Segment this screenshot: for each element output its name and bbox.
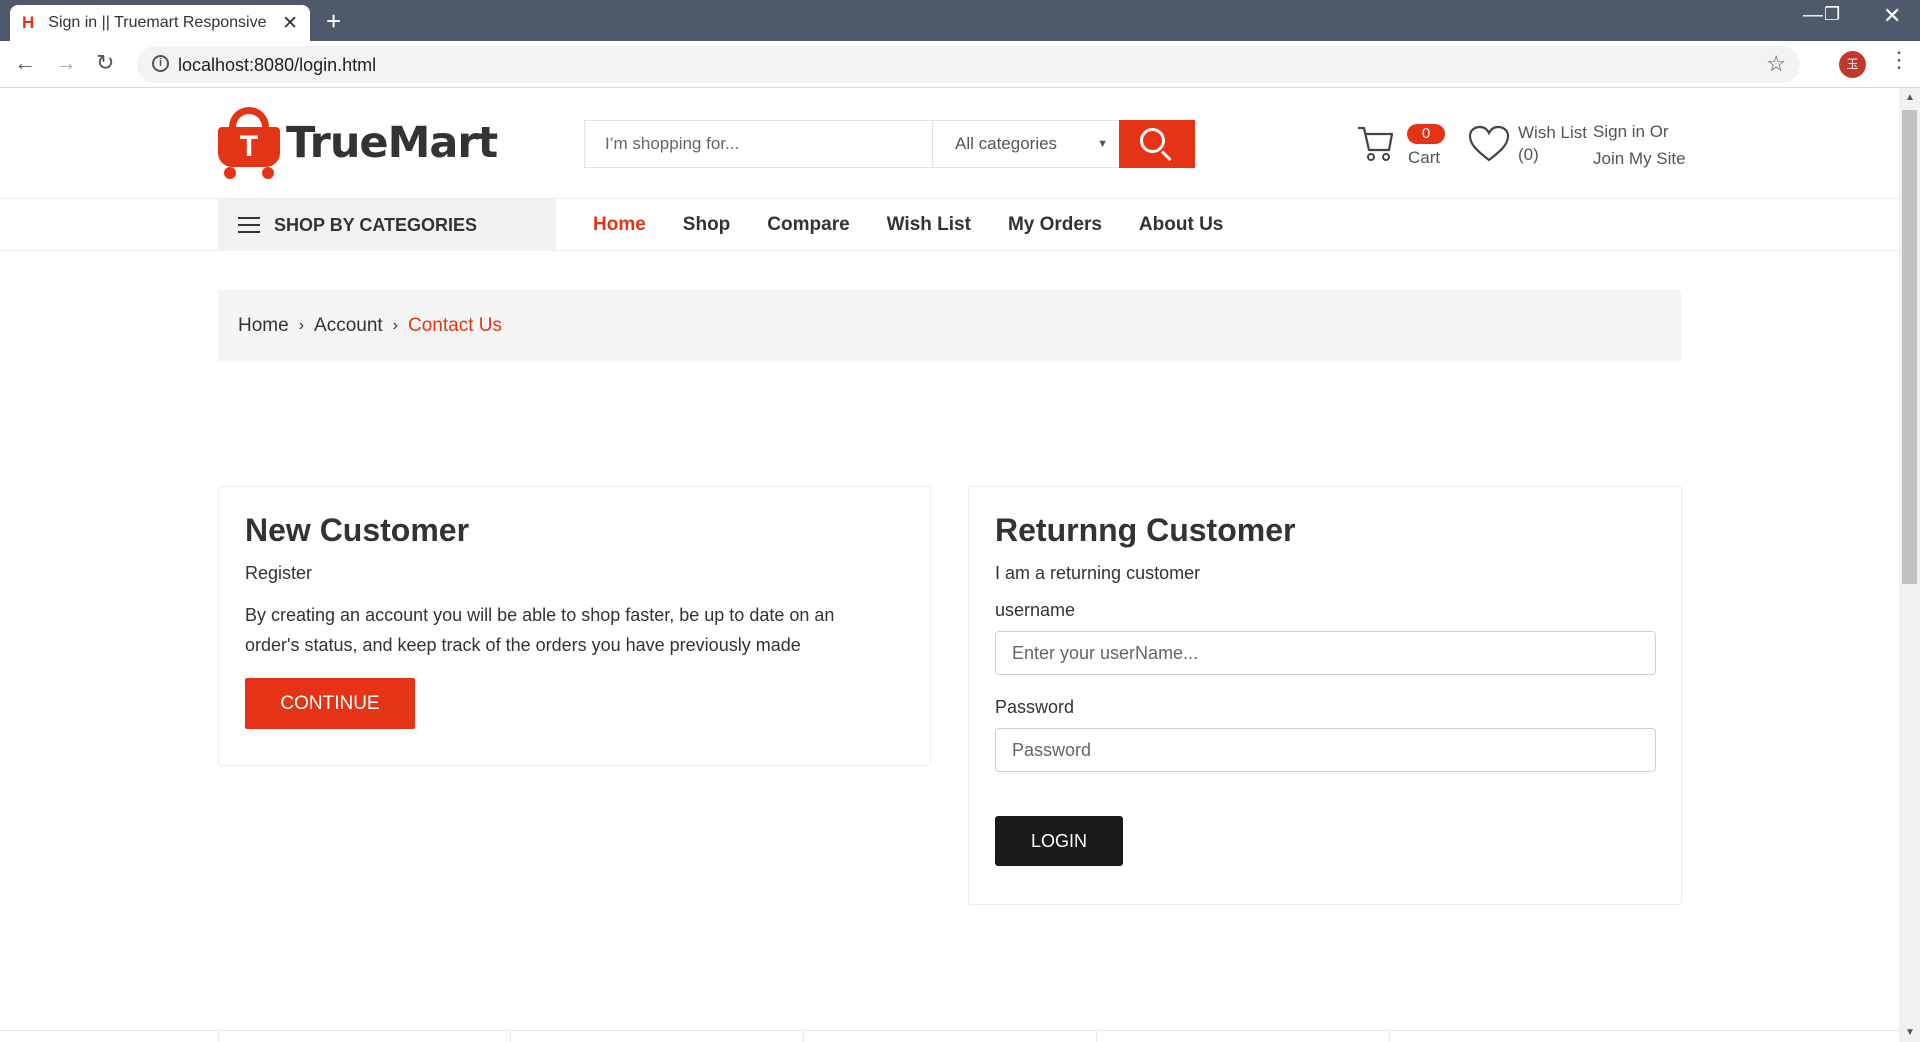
cart-link[interactable]: 0 Cart bbox=[1356, 120, 1446, 170]
signin-link[interactable]: Sign in Or bbox=[1593, 118, 1686, 145]
nav-item-shop[interactable]: Shop bbox=[683, 214, 731, 236]
breadcrumb-home[interactable]: Home bbox=[238, 315, 289, 337]
page-scrollbar[interactable]: ▲ ▼ bbox=[1899, 88, 1920, 1042]
new-customer-description: By creating an account you will be able … bbox=[245, 605, 835, 655]
breadcrumb-current: Contact Us bbox=[408, 314, 502, 336]
caret-down-icon: ▼ bbox=[1097, 138, 1108, 150]
continue-button[interactable]: CONTINUE bbox=[245, 678, 415, 729]
wishlist-label: Wish List (0) bbox=[1518, 123, 1587, 164]
footer-column-divider bbox=[218, 1030, 219, 1042]
category-select[interactable]: All categories ▼ bbox=[932, 121, 1118, 167]
footer-column-divider bbox=[1389, 1030, 1390, 1042]
footer-column-divider bbox=[803, 1030, 804, 1042]
new-customer-panel: New Customer Register By creating an acc… bbox=[218, 486, 931, 766]
address-url[interactable]: localhost:8080/login.html bbox=[178, 55, 376, 76]
address-bar[interactable]: i localhost:8080/login.html ☆ bbox=[137, 46, 1800, 83]
chevron-right-icon: › bbox=[298, 316, 305, 334]
nav-item-home[interactable]: Home bbox=[593, 214, 646, 236]
minimize-icon[interactable]: — bbox=[1803, 4, 1823, 27]
search-bar: All categories ▼ bbox=[584, 120, 1195, 168]
username-field[interactable] bbox=[995, 631, 1656, 675]
shop-by-categories-button[interactable]: SHOP BY CATEGORIES bbox=[218, 199, 556, 251]
tab-close-icon[interactable]: ✕ bbox=[282, 12, 298, 35]
search-input[interactable] bbox=[585, 121, 932, 167]
tab-title: Sign in || Truemart Responsive bbox=[48, 14, 267, 31]
password-field[interactable] bbox=[995, 728, 1656, 772]
scroll-down-arrow-icon[interactable]: ▼ bbox=[1905, 1027, 1915, 1038]
cart-label: Cart bbox=[1408, 148, 1441, 167]
footer-column-divider bbox=[510, 1030, 511, 1042]
cart-icon bbox=[1358, 126, 1394, 161]
nav-item-about-us[interactable]: About Us bbox=[1139, 214, 1223, 236]
bookmark-star-icon[interactable]: ☆ bbox=[1766, 51, 1786, 77]
browser-titlebar: H Sign in || Truemart Responsive ✕ + — ❐… bbox=[0, 0, 1920, 41]
shopping-bag-logo-icon: T bbox=[218, 107, 280, 179]
logo-text: TrueMart bbox=[286, 118, 498, 168]
restore-icon[interactable]: ❐ bbox=[1824, 4, 1840, 25]
new-customer-title: New Customer bbox=[245, 512, 470, 548]
returning-customer-panel: Returnng Customer I am a returning custo… bbox=[968, 486, 1682, 905]
page-content: T TrueMart All categories ▼ 0 Cart Wish … bbox=[0, 88, 1899, 1042]
browser-tab[interactable]: H Sign in || Truemart Responsive ✕ bbox=[10, 5, 310, 41]
breadcrumb-account[interactable]: Account bbox=[314, 315, 383, 337]
main-navbar: SHOP BY CATEGORIES Home Shop Compare Wis… bbox=[0, 198, 1899, 251]
cart-count-badge: 0 bbox=[1407, 124, 1445, 144]
username-label: username bbox=[995, 600, 1076, 620]
footer-column-divider bbox=[1096, 1030, 1097, 1042]
nav-item-my-orders[interactable]: My Orders bbox=[1008, 214, 1102, 236]
join-link[interactable]: Join My Site bbox=[1593, 145, 1686, 172]
reload-icon[interactable]: ↻ bbox=[96, 50, 114, 76]
back-arrow-icon[interactable]: ← bbox=[14, 50, 36, 76]
browser-menu-icon[interactable]: ⋮ bbox=[1888, 47, 1910, 73]
search-button[interactable] bbox=[1119, 120, 1195, 168]
window-close-icon[interactable]: ✕ bbox=[1883, 3, 1901, 29]
browser-toolbar: ← → ↻ i localhost:8080/login.html ☆ 玉 ⋮ bbox=[0, 41, 1920, 88]
password-label: Password bbox=[995, 697, 1075, 717]
site-favicon-icon: H bbox=[22, 13, 35, 32]
search-icon bbox=[1140, 128, 1165, 153]
site-info-icon[interactable]: i bbox=[152, 55, 169, 72]
returning-customer-subtitle: I am a returning customer bbox=[995, 563, 1201, 583]
heart-icon bbox=[1468, 125, 1510, 162]
main-menu: Home Shop Compare Wish List My Orders Ab… bbox=[593, 199, 1260, 251]
wishlist-link[interactable]: Wish List (0) bbox=[1468, 120, 1587, 170]
forward-arrow-icon[interactable]: → bbox=[55, 50, 77, 76]
profile-avatar[interactable]: 玉 bbox=[1839, 51, 1866, 78]
new-customer-subtitle: Register bbox=[245, 563, 313, 583]
login-button[interactable]: LOGIN bbox=[995, 816, 1123, 866]
site-logo[interactable]: T TrueMart bbox=[218, 107, 498, 179]
chevron-right-icon: › bbox=[392, 316, 398, 334]
returning-customer-title: Returnng Customer bbox=[995, 512, 1296, 548]
footer-divider bbox=[0, 1030, 1899, 1031]
nav-item-wish-list[interactable]: Wish List bbox=[887, 214, 971, 236]
nav-item-compare[interactable]: Compare bbox=[767, 214, 849, 236]
new-tab-icon[interactable]: + bbox=[326, 6, 341, 37]
account-links: Sign in Or Join My Site bbox=[1593, 118, 1686, 172]
scroll-up-arrow-icon[interactable]: ▲ bbox=[1905, 92, 1915, 103]
breadcrumb: Home › Account › Contact Us bbox=[218, 290, 1682, 361]
scrollbar-thumb[interactable] bbox=[1902, 110, 1917, 584]
shop-by-categories-label: SHOP BY CATEGORIES bbox=[274, 214, 478, 235]
category-select-value: All categories bbox=[955, 134, 1058, 153]
hamburger-menu-icon bbox=[238, 217, 260, 233]
